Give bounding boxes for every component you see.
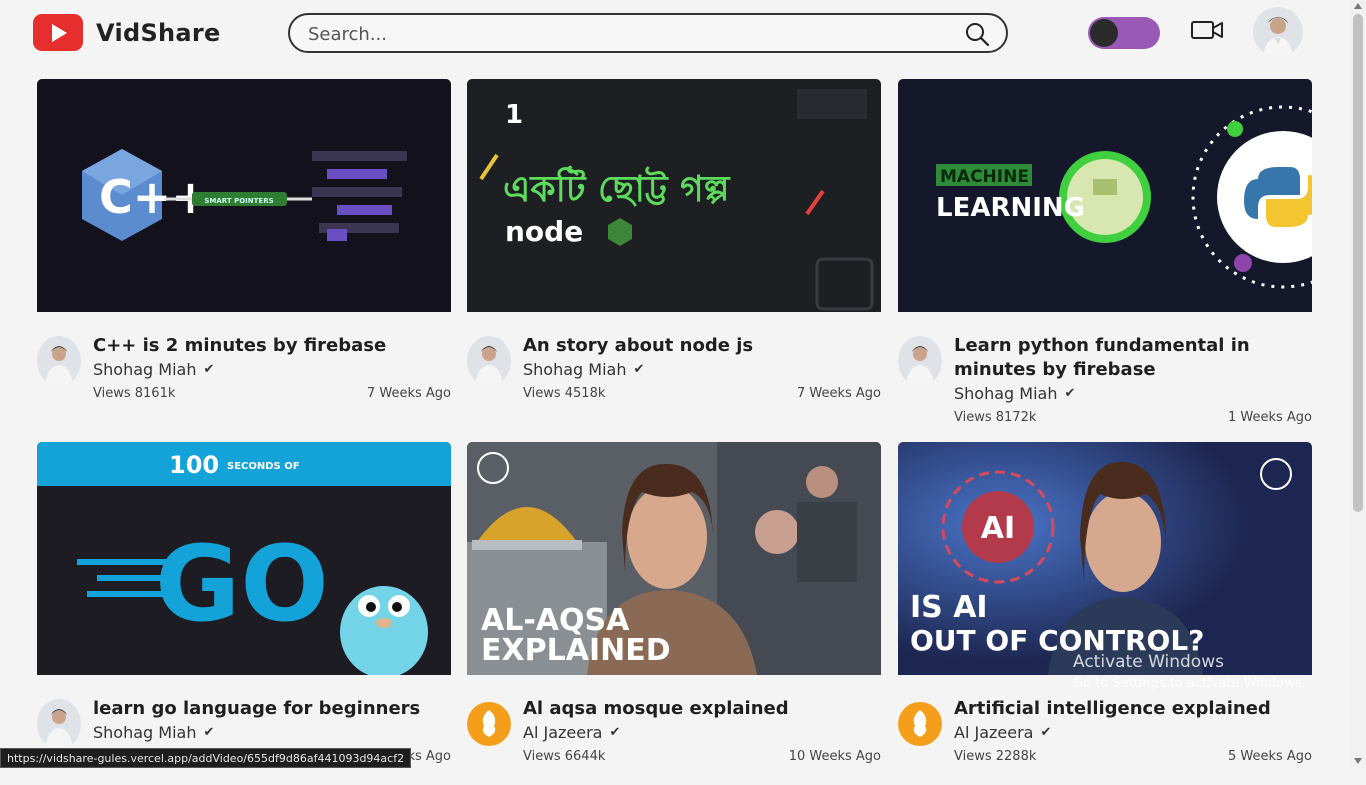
thumb-number: 1 [505,100,523,130]
view-count: Views 6644k [523,749,606,764]
thumb-caption-2: SECONDS OF [227,461,300,472]
video-meta: C++ is 2 minutes by firebase Shohag Miah… [37,312,451,422]
video-card[interactable]: 1 একটি ছোট্ট গল্প node An story about no… [467,79,881,422]
video-card[interactable]: 100 SECONDS OF GO learn go language for … [37,442,451,785]
video-thumbnail[interactable]: 100 SECONDS OF GO [37,442,451,675]
upload-time: 10 Weeks Ago [788,749,881,764]
check-icon: ✔ [1064,386,1076,401]
thumb-caption: একটি ছোট্ট গল্প [503,165,731,210]
channel-name[interactable]: Al Jazeera ✔ [954,723,1051,742]
theme-toggle[interactable] [1088,17,1160,49]
video-meta: Learn python fundamental in minutes by f… [898,312,1312,425]
search-button[interactable] [964,21,990,47]
thumb-logo-go: GO [155,523,329,645]
check-icon: ✔ [609,725,621,740]
channel-label: Al Jazeera [954,723,1034,742]
check-icon: ✔ [633,362,645,377]
video-title[interactable]: Learn python fundamental in minutes by f… [954,334,1304,382]
app-logo[interactable]: VidShare [33,14,221,51]
video-thumbnail[interactable]: MACHINE LEARNING [898,79,1312,312]
video-thumbnail[interactable]: AI IS AI OUT OF CONTROL? [898,442,1312,675]
scroll-up-arrow-icon[interactable] [1354,3,1362,9]
channel-avatar[interactable] [467,699,511,749]
thumb-caption: SMART POINTERS [204,197,273,205]
play-logo-icon [33,14,83,51]
thumb-caption: IS AI [910,590,988,625]
video-thumbnail[interactable]: 1 একটি ছোট্ট গল্প node [467,79,881,312]
video-title[interactable]: learn go language for beginners [93,697,443,721]
channel-label: Shohag Miah [93,360,197,379]
search-bar [288,13,1008,53]
upload-time: 1 Weeks Ago [1227,410,1312,425]
channel-avatar[interactable] [898,336,942,386]
view-count: Views 8161k [93,386,176,401]
channel-label: Shohag Miah [93,723,197,742]
channel-name[interactable]: Shohag Miah ✔ [93,360,214,379]
user-avatar[interactable] [1253,7,1303,57]
video-title[interactable]: Artificial intelligence explained [954,697,1304,721]
video-meta: Al aqsa mosque explained Al Jazeera ✔ Vi… [467,675,881,785]
video-meta: Artificial intelligence explained Al Jaz… [898,675,1312,785]
page-scrollbar[interactable] [1350,0,1366,768]
video-card[interactable]: AL-AQSA EXPLAINED Al aqsa mosque explain… [467,442,881,785]
thumb-logo-node: node [505,215,583,248]
upload-time: 5 Weeks Ago [1227,749,1312,764]
thumb-caption: MACHINE [940,167,1029,187]
channel-name[interactable]: Shohag Miah ✔ [93,723,214,742]
status-bar-url: https://vidshare-gules.vercel.app/addVid… [0,748,412,768]
channel-label: Shohag Miah [954,384,1058,403]
scroll-down-arrow-icon[interactable] [1354,758,1362,764]
channel-avatar[interactable] [37,699,81,749]
video-title[interactable]: Al aqsa mosque explained [523,697,873,721]
view-count: Views 4518k [523,386,606,401]
check-icon: ✔ [203,362,215,377]
watermark-subtitle: Go to Settings to activate Windows. [1073,676,1306,691]
upload-time: 7 Weeks Ago [366,386,451,401]
upload-video-button[interactable] [1190,18,1224,44]
channel-avatar[interactable] [898,699,942,749]
top-header: VidShare [0,0,1350,70]
scrollbar-thumb[interactable] [1353,14,1363,512]
channel-label: Shohag Miah [523,360,627,379]
thumb-logo-ai: AI [981,511,1015,546]
check-icon: ✔ [203,725,215,740]
channel-label: Al Jazeera [523,723,603,742]
video-thumbnail[interactable]: C++ SMART POINTERS [37,79,451,312]
search-icon [966,23,990,47]
video-card[interactable]: MACHINE LEARNING Learn python fundamenta… [898,79,1312,425]
video-thumbnail[interactable]: AL-AQSA EXPLAINED [467,442,881,675]
view-count: Views 8172k [954,410,1037,425]
channel-name[interactable]: Shohag Miah ✔ [954,384,1075,403]
thumb-caption: 100 [169,451,219,479]
video-title[interactable]: An story about node js [523,334,873,358]
search-input[interactable] [306,15,950,53]
toggle-knob [1090,19,1118,47]
activation-watermark: Activate Windows Go to Settings to activ… [1073,652,1306,691]
aljazeera-logo-icon [467,702,511,746]
thumb-caption-2: LEARNING [936,193,1085,223]
video-meta: An story about node js Shohag Miah ✔ Vie… [467,312,881,422]
app-name: VidShare [96,18,221,47]
channel-name[interactable]: Shohag Miah ✔ [523,360,644,379]
channel-name[interactable]: Al Jazeera ✔ [523,723,620,742]
thumb-caption-2: EXPLAINED [481,633,671,668]
video-camera-icon [1191,21,1223,39]
aljazeera-logo-icon [898,702,942,746]
channel-avatar[interactable] [37,336,81,386]
channel-avatar[interactable] [467,336,511,386]
watermark-title: Activate Windows [1073,652,1224,672]
upload-time: 7 Weeks Ago [796,386,881,401]
check-icon: ✔ [1040,725,1052,740]
video-title[interactable]: C++ is 2 minutes by firebase [93,334,443,358]
view-count: Views 2288k [954,749,1037,764]
video-card[interactable]: AI IS AI OUT OF CONTROL? Artificial inte… [898,442,1312,785]
video-card[interactable]: C++ SMART POINTERS C++ is 2 minutes by f… [37,79,451,422]
